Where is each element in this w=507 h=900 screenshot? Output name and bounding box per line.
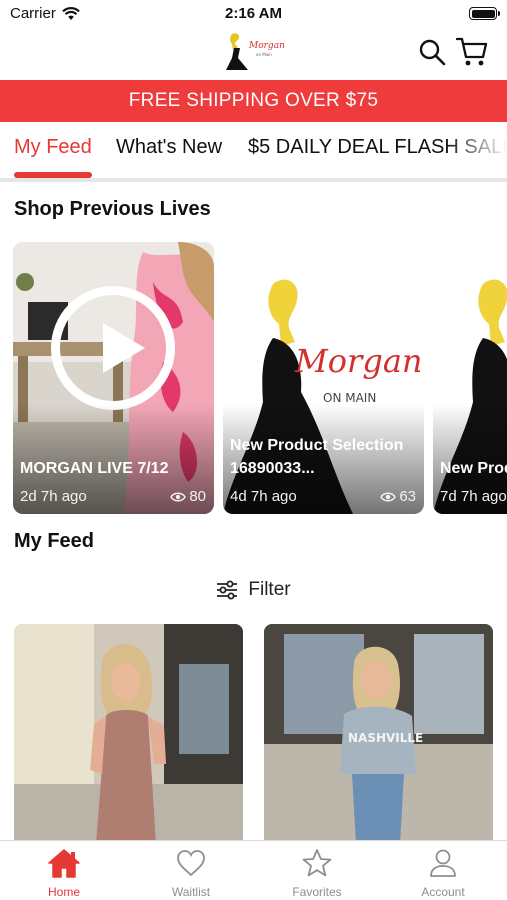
product-card[interactable]: NASHVILLE	[264, 624, 493, 844]
svg-text:NASHVILLE: NASHVILLE	[348, 731, 423, 745]
svg-text:Morgan's: Morgan's	[294, 342, 424, 380]
home-icon	[48, 849, 80, 878]
section-title-lives: Shop Previous Lives	[14, 198, 211, 220]
nav-label: Account	[421, 885, 465, 899]
live-card-title: New Product Selection	[440, 460, 507, 477]
free-shipping-banner[interactable]: FREE SHIPPING OVER $75	[0, 80, 507, 122]
filter-label: Filter	[248, 579, 291, 600]
status-bar: Carrier 2:16 AM	[0, 0, 507, 28]
cart-button[interactable]	[456, 36, 488, 68]
live-card-time: 4d 7h ago	[230, 488, 297, 505]
live-card-views: 63	[380, 488, 416, 505]
nav-label: Waitlist	[171, 885, 211, 899]
nav-favorites[interactable]: Favorites	[267, 847, 367, 899]
bottom-tab-bar: Home Waitlist Favorites Account	[0, 840, 507, 900]
nav-waitlist[interactable]: Waitlist	[141, 847, 241, 899]
heart-icon	[177, 850, 205, 877]
nav-account[interactable]: Account	[393, 847, 493, 899]
search-button[interactable]	[416, 36, 448, 68]
live-card[interactable]: Morgan's ON MAIN New Product Selection 1…	[223, 242, 424, 514]
live-card[interactable]: New Product Selection 7d 7h ago	[433, 242, 507, 514]
filter-button[interactable]: Filter	[0, 574, 507, 606]
live-card-title: MORGAN LIVE 7/12	[20, 460, 169, 477]
previous-lives-carousel: MORGAN LIVE 7/12 2d 7h ago 80 Morgan's O…	[0, 242, 507, 516]
svg-text:Morgan's: Morgan's	[248, 41, 284, 51]
brand-logo[interactable]: Morgan's on Main	[224, 32, 292, 74]
eye-icon	[380, 492, 397, 501]
tabs-divider	[0, 178, 507, 182]
nav-label: Favorites	[292, 885, 342, 899]
eye-icon	[170, 492, 187, 501]
section-title-feed: My Feed	[14, 530, 95, 552]
status-time: 2:16 AM	[225, 5, 282, 22]
battery-icon	[469, 7, 500, 20]
live-card-title: New Product Selection 16890033...	[230, 437, 404, 477]
tab-whats-new[interactable]: What's New	[116, 136, 222, 159]
cart-icon	[456, 37, 488, 66]
product-image	[14, 624, 243, 844]
live-card-time: 2d 7h ago	[20, 488, 87, 505]
play-icon[interactable]	[51, 286, 175, 410]
person-icon	[430, 849, 456, 877]
live-card-time: 7d 7h ago	[440, 488, 507, 505]
tab-my-feed[interactable]: My Feed	[14, 136, 92, 159]
search-icon	[419, 39, 446, 66]
nav-home[interactable]: Home	[14, 847, 114, 899]
live-card[interactable]: MORGAN LIVE 7/12 2d 7h ago 80	[13, 242, 214, 514]
live-card-views: 80	[170, 488, 206, 505]
svg-text:ON MAIN: ON MAIN	[323, 391, 376, 405]
nav-label: Home	[47, 885, 80, 899]
category-tabs: My Feed What's New $5 DAILY DEAL FLASH S…	[0, 122, 507, 180]
product-card[interactable]	[14, 624, 243, 844]
product-image: NASHVILLE	[264, 624, 493, 844]
filter-sliders-icon	[217, 580, 238, 600]
star-icon	[302, 849, 332, 877]
svg-text:on Main: on Main	[256, 52, 272, 57]
app-header: Morgan's on Main	[0, 28, 507, 80]
